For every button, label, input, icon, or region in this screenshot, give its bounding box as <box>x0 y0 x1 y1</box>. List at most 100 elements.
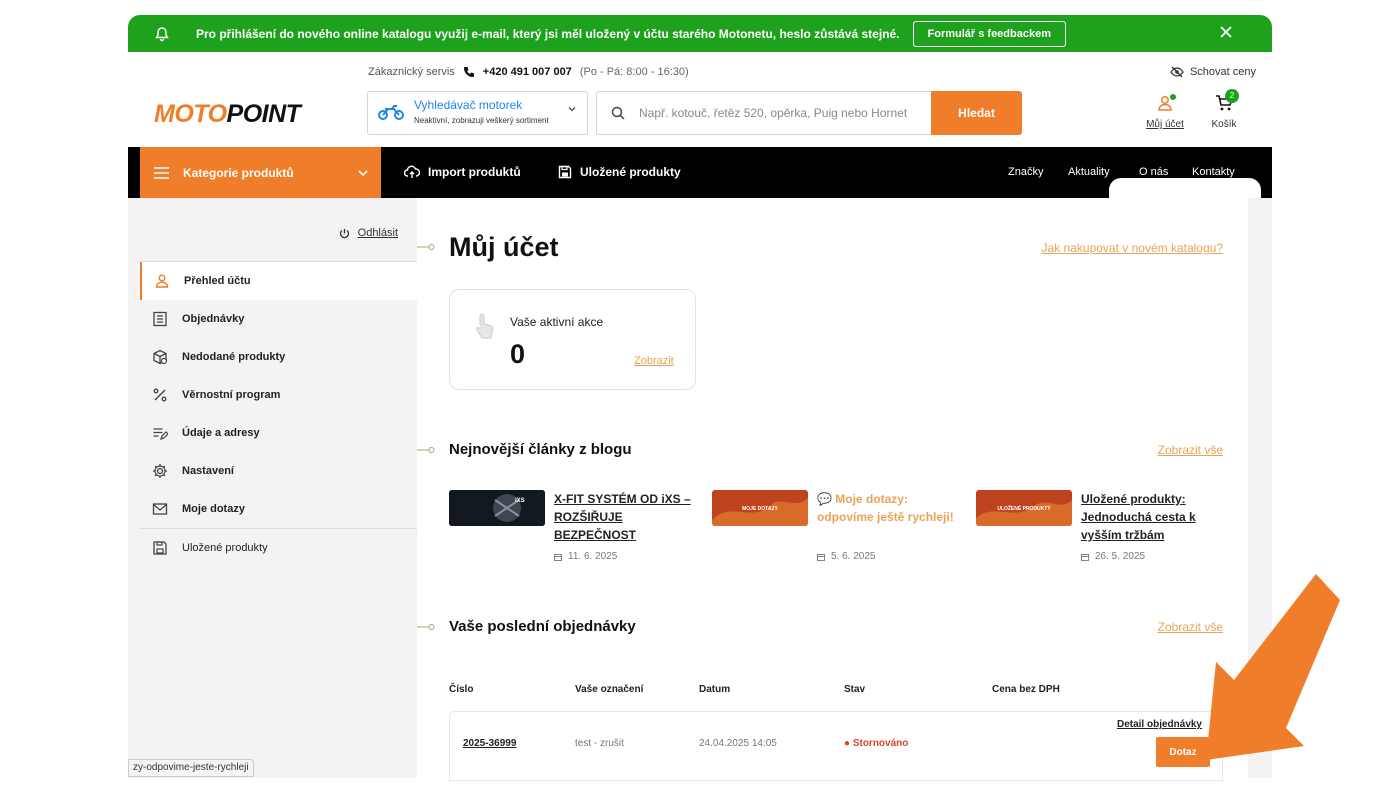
order-number-link[interactable]: 2025-36999 <box>463 738 516 749</box>
how-to-buy-link[interactable]: Jak nakupovat v novém katalogu? <box>1042 241 1223 255</box>
cart-label: Košík <box>1211 119 1237 130</box>
save-icon <box>558 165 572 179</box>
scrollbar[interactable] <box>1248 198 1272 778</box>
motorcycle-icon <box>378 105 404 120</box>
sidebar-item-saved-products[interactable]: Uložené produkty <box>140 529 417 567</box>
blog-thumbnail: ULOŽENÉ PRODUKTY <box>976 490 1072 526</box>
column-header-status: Stav <box>844 684 866 695</box>
column-header-number: Číslo <box>449 684 474 695</box>
blog-card[interactable]: MOJE DOTAZY 💬 Moje dotazy: odpovíme ješt… <box>712 490 962 570</box>
nav-saved-products[interactable]: Uložené produkty <box>558 165 681 179</box>
active-actions-title: Vaše aktivní akce <box>510 315 604 329</box>
blog-thumbnail: iXS <box>449 490 545 526</box>
orders-show-all-link[interactable]: Zobrazit vše <box>1158 620 1223 634</box>
sidebar-item-details-addresses[interactable]: Údaje a adresy <box>140 414 417 452</box>
calendar-icon <box>554 553 562 561</box>
search-input[interactable] <box>639 106 919 120</box>
sidebar-item-orders[interactable]: Objednávky <box>140 300 417 338</box>
bike-finder-select[interactable]: Vyhledávač motorek Neaktivní, zobrazuji … <box>367 91 588 135</box>
account-sidebar: Odhlásit Přehled účtu Objednávky Nedodan… <box>128 198 417 778</box>
sidebar-item-my-questions[interactable]: Moje dotazy <box>140 490 417 528</box>
svg-text:iXS: iXS <box>515 498 525 504</box>
page-title: Můj účet <box>449 232 559 262</box>
edit-list-icon <box>153 428 168 440</box>
calendar-icon <box>817 553 825 561</box>
blog-card[interactable]: iXS X-FIT SYSTÉM OD iXS – ROZŠIŘUJE BEZP… <box>449 490 699 570</box>
chevron-down-icon <box>568 107 576 112</box>
sidebar-item-settings[interactable]: Nastavení <box>140 452 417 490</box>
bike-finder-subtitle: Neaktivní, zobrazuji veškerý sortiment <box>414 116 549 125</box>
column-header-price: Cena bez DPH <box>992 684 1060 695</box>
service-phone[interactable]: +420 491 007 007 <box>483 66 572 78</box>
feedback-form-button[interactable]: Formulář s feedbackem <box>912 20 1066 47</box>
power-icon <box>339 228 349 238</box>
svg-text:ULOŽENÉ PRODUKTY: ULOŽENÉ PRODUKTY <box>997 504 1051 512</box>
blog-date: 5. 6. 2025 <box>817 551 875 562</box>
hide-prices-label: Schovat ceny <box>1189 66 1256 78</box>
order-question-button[interactable]: Dotaz <box>1156 737 1210 767</box>
my-account-link[interactable]: Můj účet <box>1142 94 1188 130</box>
info-banner: Pro přihlášení do nového online katalogu… <box>128 15 1272 52</box>
blog-title[interactable]: Uložené produkty: Jednoduchá cesta k vyš… <box>1081 490 1221 544</box>
logout-link[interactable]: Odhlásit <box>339 227 398 239</box>
banner-message: Pro přihlášení do nového online katalogu… <box>196 26 900 41</box>
section-decoration <box>417 447 435 453</box>
section-decoration <box>417 244 435 250</box>
blog-thumbnail-image: MOJE DOTAZY <box>712 490 808 526</box>
hide-prices-toggle[interactable]: Schovat ceny <box>1170 66 1256 78</box>
show-actions-link[interactable]: Zobrazit <box>634 355 674 367</box>
product-categories-button[interactable]: Kategorie produktů <box>140 147 381 198</box>
chevron-down-icon <box>358 170 368 177</box>
search-button[interactable]: Hledat <box>931 91 1022 135</box>
blog-thumbnail-image: ULOŽENÉ PRODUKTY <box>976 490 1072 526</box>
search-box <box>596 91 932 135</box>
nav-contacts[interactable]: Kontakty <box>1192 166 1235 178</box>
orders-section-title: Vaše poslední objednávky <box>449 618 636 635</box>
svg-text:MOJE DOTAZY: MOJE DOTAZY <box>742 506 778 512</box>
blog-title[interactable]: X-FIT SYSTÉM OD iXS – ROZŠIŘUJE BEZPEČNO… <box>554 490 694 544</box>
bell-icon <box>155 26 169 41</box>
blog-thumbnail-image: iXS <box>449 490 545 526</box>
eye-off-icon <box>1170 66 1184 78</box>
save-icon <box>153 541 167 555</box>
site-header: MOTOPOINT Zákaznický servis +420 491 007… <box>128 52 1272 147</box>
sidebar-item-loyalty[interactable]: Věrnostní program <box>140 376 417 414</box>
blog-date: 11. 6. 2025 <box>554 551 617 562</box>
order-date: 24.04.2025 14:05 <box>699 738 777 749</box>
status-bar-url: zy-odpovime-jeste-rychleji <box>128 759 254 777</box>
column-header-date: Datum <box>699 684 731 695</box>
nav-brands[interactable]: Značky <box>1008 166 1043 178</box>
cloud-upload-icon <box>404 165 420 178</box>
nav-import-products[interactable]: Import produktů <box>404 165 521 179</box>
pointer-hand-icon <box>476 313 494 339</box>
blog-show-all-link[interactable]: Zobrazit vše <box>1158 443 1223 457</box>
table-row: 2025-36999 test - zrušit 24.04.2025 14:0… <box>449 711 1223 781</box>
search-icon <box>611 106 625 120</box>
close-icon[interactable] <box>1218 24 1234 40</box>
section-decoration <box>417 624 435 630</box>
active-actions-count: 0 <box>510 339 526 369</box>
sidebar-item-undelivered[interactable]: Nedodané produkty <box>140 338 417 376</box>
blog-thumbnail: MOJE DOTAZY <box>712 490 808 526</box>
bike-finder-title: Vyhledávač motorek <box>414 98 523 112</box>
nav-about[interactable]: O nás <box>1139 166 1168 178</box>
blog-card[interactable]: ULOŽENÉ PRODUKTY Uložené produkty: Jedno… <box>976 490 1226 570</box>
nav-news[interactable]: Aktuality <box>1068 166 1110 178</box>
gear-icon <box>153 464 167 478</box>
blog-title[interactable]: 💬 Moje dotazy: odpovíme ještě rychleji! <box>817 490 957 526</box>
motopoint-logo[interactable]: MOTOPOINT <box>154 100 301 129</box>
sidebar-item-account-overview[interactable]: Přehled účtu <box>140 262 417 300</box>
my-account-label: Můj účet <box>1146 119 1184 130</box>
column-header-label: Vaše označení <box>575 684 644 695</box>
phone-icon <box>463 67 474 77</box>
active-actions-card: Vaše aktivní akce 0 Zobrazit <box>449 289 696 390</box>
order-detail-link[interactable]: Detail objednávky <box>1117 719 1202 730</box>
blog-date: 26. 5. 2025 <box>1081 551 1145 562</box>
cart-link[interactable]: 2 Košík <box>1206 89 1242 130</box>
account-main: Můj účet Jak nakupovat v novém katalogu?… <box>417 198 1272 781</box>
blog-section-title: Nejnovější články z blogu <box>449 441 632 458</box>
customer-service: Zákaznický servis +420 491 007 007 (Po -… <box>368 66 689 78</box>
calendar-icon <box>1081 553 1089 561</box>
service-label: Zákaznický servis <box>368 66 455 78</box>
mail-icon <box>152 503 168 515</box>
